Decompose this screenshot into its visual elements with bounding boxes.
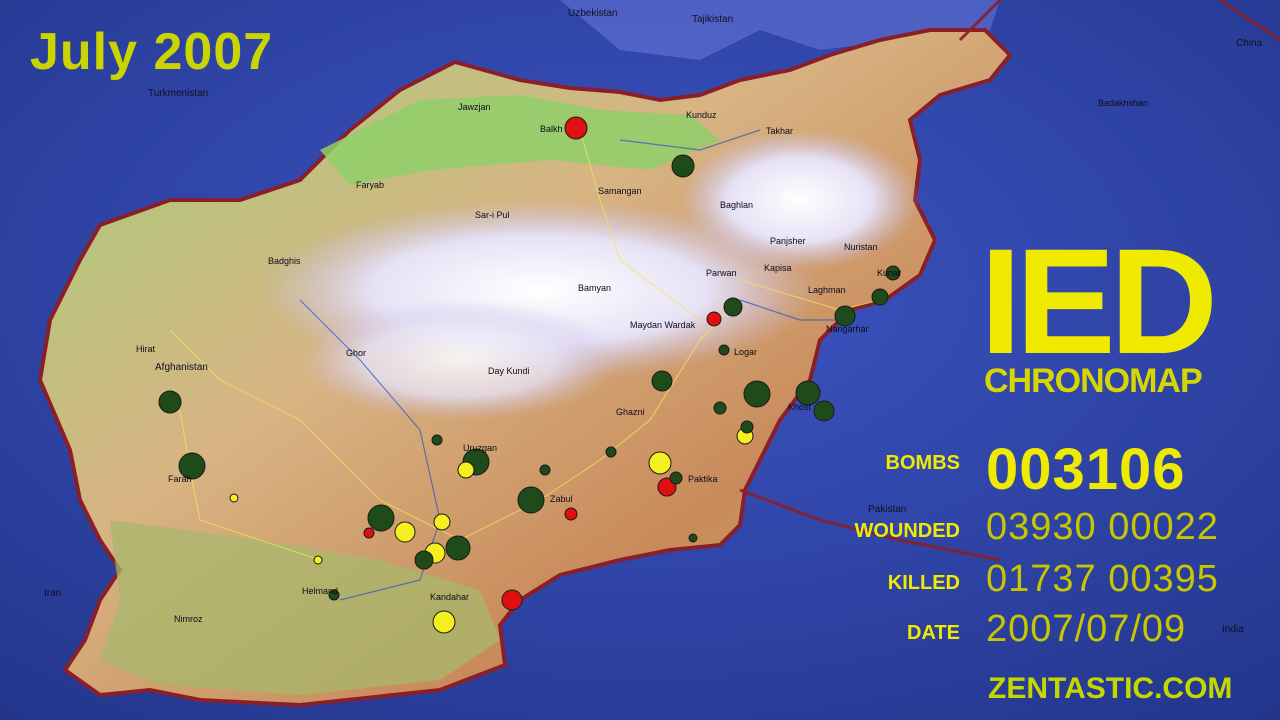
- bombs-label: BOMBS: [885, 452, 960, 474]
- province-label: Balkh: [540, 124, 563, 134]
- province-label: Panjsher: [770, 236, 806, 246]
- ied-marker: [718, 344, 730, 356]
- ied-marker: [671, 154, 695, 178]
- country-label-iran: Iran: [44, 588, 62, 599]
- wounded-value: 03930 00022: [986, 506, 1219, 548]
- map-stage: Uzbekistan Tajikistan Turkmenistan China…: [0, 0, 1280, 720]
- ied-marker: [743, 380, 771, 408]
- ied-marker: [158, 390, 182, 414]
- ied-marker: [706, 311, 722, 327]
- ied-marker: [229, 493, 239, 503]
- ied-marker: [564, 116, 588, 140]
- province-label: Hirat: [136, 344, 156, 354]
- province-label: Laghman: [808, 285, 846, 295]
- province-label: Ghor: [346, 348, 367, 358]
- ied-marker: [648, 451, 672, 475]
- province-label: Farah: [168, 474, 192, 484]
- province-label: Parwan: [706, 268, 737, 278]
- killed-value: 01737 00395: [986, 558, 1219, 600]
- province-label: Samangan: [598, 186, 642, 196]
- province-label: Zabul: [550, 494, 573, 504]
- province-label: Day Kundi: [488, 366, 530, 376]
- country-label-pakistan: Pakistan: [868, 504, 907, 515]
- ied-marker: [651, 370, 673, 392]
- province-label: Nangarhar: [826, 324, 869, 334]
- country-label-afghanistan: Afghanistan: [155, 362, 208, 373]
- ied-marker: [394, 521, 416, 543]
- country-label-tajikistan: Tajikistan: [692, 14, 734, 25]
- province-label: Khost: [788, 402, 812, 412]
- country-label-china: China: [1236, 38, 1263, 49]
- central-range: [300, 300, 620, 420]
- province-label: Sar-i Pul: [475, 210, 510, 220]
- province-label: Jawzjan: [458, 102, 491, 112]
- date-label: DATE: [907, 622, 960, 644]
- ied-marker: [813, 400, 835, 422]
- ied-marker: [564, 507, 578, 521]
- province-label: Nimroz: [174, 614, 203, 624]
- province-label: Logar: [734, 347, 758, 357]
- month-title: July 2007: [30, 23, 274, 81]
- province-label: Takhar: [766, 126, 794, 136]
- province-label: Bamyan: [578, 283, 612, 293]
- province-label: Baghlan: [720, 200, 754, 210]
- ied-marker: [501, 589, 523, 611]
- ied-title: IED: [980, 217, 1218, 385]
- ied-marker: [723, 297, 743, 317]
- ied-marker: [433, 513, 451, 531]
- province-label: Nuristan: [844, 242, 878, 252]
- bombs-value: 003106: [986, 437, 1186, 502]
- chronomap-subtitle: CHRONOMAP: [984, 362, 1203, 400]
- province-label: Ghazni: [616, 407, 645, 417]
- province-label: Kapisa: [764, 263, 792, 273]
- province-label: Helmand: [302, 586, 339, 596]
- province-label: Badghis: [268, 256, 301, 266]
- country-label-uzbekistan: Uzbekistan: [568, 8, 618, 19]
- ied-marker: [517, 486, 545, 514]
- ied-marker: [539, 464, 551, 476]
- province-label: Uruzgan: [463, 443, 498, 453]
- ied-marker: [414, 550, 434, 570]
- ied-marker: [432, 610, 456, 634]
- ied-marker: [834, 305, 856, 327]
- country-label-turkmenistan: Turkmenistan: [148, 88, 209, 99]
- country-label-india: India: [1222, 624, 1244, 635]
- ied-marker: [363, 527, 375, 539]
- ied-marker: [688, 533, 698, 543]
- site-url: ZENTASTIC.COM: [988, 672, 1233, 705]
- ied-marker: [871, 288, 889, 306]
- province-label: Badakhshan: [1098, 98, 1149, 108]
- province-label: Paktika: [688, 474, 718, 484]
- ied-marker: [313, 555, 323, 565]
- hindu-kush: [680, 130, 920, 270]
- ied-marker: [740, 420, 754, 434]
- province-label: Kunduz: [686, 110, 717, 120]
- ied-marker: [367, 504, 395, 532]
- province-label: Kandahar: [430, 592, 470, 602]
- province-label: Kunar: [877, 268, 902, 278]
- date-value: 2007/07/09: [986, 608, 1187, 650]
- ied-marker: [431, 434, 443, 446]
- ied-marker: [669, 471, 683, 485]
- wounded-label: WOUNDED: [854, 520, 960, 542]
- ied-marker: [445, 535, 471, 561]
- killed-label: KILLED: [887, 572, 960, 594]
- ied-marker: [605, 446, 617, 458]
- province-label: Maydan Wardak: [630, 320, 696, 330]
- province-label: Faryab: [356, 180, 385, 190]
- ied-marker: [457, 461, 475, 479]
- ied-marker: [713, 401, 727, 415]
